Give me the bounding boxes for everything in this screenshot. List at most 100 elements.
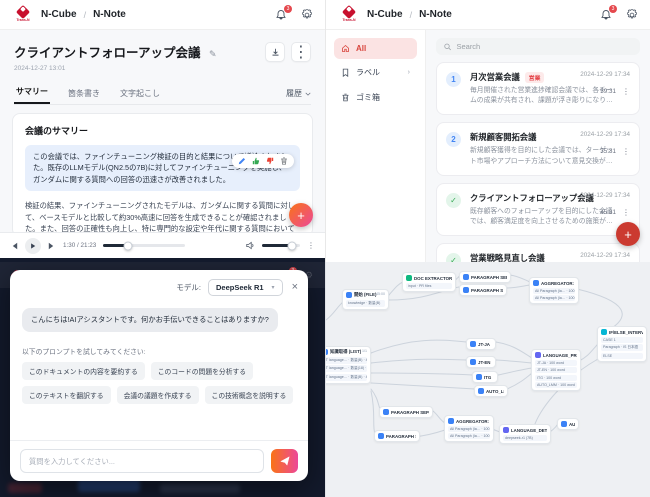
- new-note-fab-button[interactable]: +: [616, 222, 640, 246]
- node-icon: [448, 418, 454, 424]
- player-more-icon[interactable]: ⋮: [307, 241, 315, 250]
- delete-trash-icon[interactable]: [280, 157, 288, 165]
- workflow-node-paragraph-separate[interactable]: PARAGRAPH SEPARATE (B): [374, 430, 420, 442]
- history-dropdown[interactable]: 履歴: [286, 88, 311, 104]
- chevron-down-icon: [305, 92, 311, 96]
- workflow-node-if-else[interactable]: IF/ELSE_INTERVIEW CASE 1 Paragraph · IS …: [597, 326, 647, 362]
- item-more-icon[interactable]: ⋮: [622, 147, 630, 156]
- search-icon: [444, 43, 451, 50]
- meeting-desc: 既存顧客へのフォローアップを目的にした会議では、顧客満足度を向上させるための施策…: [470, 207, 613, 225]
- node-icon: [561, 421, 567, 427]
- meeting-title: 新規顧客開拓会議: [470, 132, 537, 143]
- summary-card: 会議のサマリー この会議では、ファインチューニング検証の目的と結果について議論さ…: [12, 113, 313, 237]
- logo-diamond-icon: [15, 4, 31, 20]
- notification-bell-icon[interactable]: 3: [275, 4, 292, 21]
- close-dialog-button[interactable]: ×: [292, 282, 298, 293]
- node-icon: [533, 280, 539, 286]
- workflow-node-language-priority[interactable]: LANGUAGE_PRIORITY JT-JA · 100 word JT-EN…: [531, 349, 581, 391]
- node-icon: [503, 427, 509, 433]
- tab-bullets[interactable]: 箇条書き: [66, 84, 102, 104]
- meeting-desc: 新規顧客獲得を目的にした会議では、ターゲット市場やアプローチ方法について意見交換…: [470, 147, 613, 165]
- item-more-icon[interactable]: ⋮: [622, 208, 630, 217]
- question-input[interactable]: [20, 449, 264, 473]
- volume-slider[interactable]: [262, 241, 300, 250]
- node-icon: [406, 275, 412, 281]
- meeting-duration: 45:31: [600, 208, 616, 216]
- notification-badge: 3: [284, 4, 292, 13]
- workflow-node-doc-extractor[interactable]: DOC EXTRACTOR input · PR files: [402, 272, 456, 292]
- assistant-greeting-bubble: こんにちは!AIアシスタントです。何かお手伝いできることはありますか?: [22, 308, 278, 332]
- product-name[interactable]: N-Note: [419, 9, 452, 20]
- sidebar-item-all[interactable]: All: [334, 38, 417, 59]
- workflow-node-language-determine[interactable]: LANGUAGE_DETERMINE 1 deepseek-r1 (7B): [499, 424, 551, 444]
- product-name[interactable]: N-Note: [93, 9, 126, 20]
- workflow-node-start[interactable]: 開始 (FILE) 45:00 knowledge · 数量(B): [342, 289, 389, 310]
- previous-track-icon[interactable]: [10, 242, 18, 250]
- summary-paragraph-highlighted[interactable]: この会議では、ファインチューニング検証の目的と結果について議論されました。既存の…: [25, 145, 300, 191]
- app-name[interactable]: N-Cube: [41, 9, 77, 20]
- list-sidebar: All ラベル › ゴミ箱: [326, 30, 426, 262]
- workflow-node-aggregator-2[interactable]: AGGREGATOR: PARAGRAPH (2) All Paragraph …: [444, 415, 494, 442]
- workflow-node-knowledge-list[interactable]: 知識取得 (LIST) 1/1 JT language… · 数量(B) · 4…: [326, 346, 371, 384]
- search-input[interactable]: [456, 42, 632, 51]
- meeting-card[interactable]: 1 月次営業会議 営業 毎月開催された営業進捗確認会議では、各チームの成果が共有さ…: [436, 62, 640, 116]
- prompt-chip[interactable]: このドキュメントの内容を要約する: [22, 362, 145, 380]
- node-icon: [601, 329, 607, 335]
- tab-transcript[interactable]: 文字起こし: [118, 84, 162, 104]
- logo-diamond-icon: [341, 4, 357, 20]
- workflow-node-aggregator[interactable]: AGGREGATOR: PARAGRAPH All Paragraph (la……: [529, 277, 579, 304]
- node-icon: [470, 359, 476, 365]
- prompt-chip[interactable]: このテキストを翻訳する: [22, 386, 111, 404]
- item-more-icon[interactable]: ⋮: [622, 87, 630, 96]
- play-button[interactable]: [25, 237, 41, 254]
- workflow-node-end[interactable]: AUTO: [557, 418, 579, 430]
- notification-bell-icon[interactable]: 3: [600, 4, 617, 21]
- workflow-node-auto-lmm[interactable]: AUTO_LMM: [474, 385, 508, 397]
- workflow-canvas[interactable]: 開始 (FILE) 45:00 knowledge · 数量(B) DOC EX…: [326, 262, 650, 497]
- meeting-title: クライアントフォローアップ会議: [470, 192, 594, 203]
- workflow-node-paragraph-separate[interactable]: PARAGRAPH SEPARATE FILE 1: [459, 271, 511, 283]
- send-button[interactable]: [271, 449, 298, 473]
- model-select[interactable]: DeepSeek R1 ▾: [208, 279, 283, 296]
- volume-icon[interactable]: [246, 241, 255, 250]
- next-track-icon[interactable]: [48, 242, 56, 250]
- assistant-fab-button[interactable]: +: [289, 203, 313, 227]
- meeting-card[interactable]: 2 新規顧客開拓会議 新規顧客獲得を目的にした会議では、ターゲット市場やアプロー…: [436, 122, 640, 176]
- meeting-card[interactable]: ✓ 営業戦略見直し会議 市場動向や競合分析をもとに、営業戦略の見直しを行いました…: [436, 243, 640, 262]
- item-number-badge: 1: [446, 72, 461, 87]
- node-icon: [478, 388, 484, 394]
- settings-gear-icon[interactable]: [626, 8, 638, 21]
- seek-slider[interactable]: [103, 241, 186, 250]
- meeting-date: 2024-12-29 17:34: [580, 131, 630, 139]
- dimmed-content-blob: [160, 484, 240, 493]
- workflow-node-paragraph-separate[interactable]: PARAGRAPH SEPARATE FILE 1: [379, 406, 433, 418]
- search-box[interactable]: [436, 38, 640, 55]
- note-list-screen: Trans-N N-Cube / N-Note 3 All ラベル › ゴミ箱 …: [325, 0, 650, 262]
- meeting-date: 2024-12-29 17:34: [580, 191, 630, 199]
- breadcrumb-separator: /: [83, 9, 87, 20]
- edit-icon[interactable]: [238, 157, 246, 165]
- prompt-chip[interactable]: この技術概念を説明する: [204, 386, 294, 404]
- workflow-node-itg[interactable]: ITG: [472, 371, 498, 383]
- prompt-chip[interactable]: このコードの問題を分析する: [150, 362, 254, 380]
- thumbs-down-icon[interactable]: [266, 157, 274, 165]
- paragraph-toolbar: [232, 154, 294, 168]
- workflow-node-lang-ja[interactable]: JT-JA: [466, 338, 496, 350]
- settings-gear-icon[interactable]: [301, 8, 313, 21]
- edit-title-pencil-icon[interactable]: ✎: [209, 49, 217, 59]
- prompt-chip[interactable]: 会議の議題を作成する: [116, 386, 199, 404]
- thumbs-up-icon[interactable]: [252, 157, 260, 165]
- meeting-duration: 59:31: [600, 88, 616, 95]
- item-number-badge: 2: [446, 132, 461, 148]
- app-name[interactable]: N-Cube: [367, 9, 403, 20]
- sales-tag: 営業: [524, 71, 545, 83]
- meeting-card[interactable]: ✓ クライアントフォローアップ会議 既存顧客へのフォローアップを目的にした会議で…: [436, 182, 640, 237]
- more-menu-button[interactable]: ⋮: [291, 42, 311, 62]
- summary-heading: 会議のサマリー: [25, 126, 89, 136]
- workflow-node-lang-en[interactable]: JT-EN: [466, 356, 496, 368]
- tab-summary[interactable]: サマリー: [14, 82, 50, 104]
- sidebar-item-trash[interactable]: ゴミ箱: [334, 86, 417, 109]
- download-button[interactable]: [265, 42, 285, 62]
- sidebar-item-labels[interactable]: ラベル ›: [334, 61, 417, 84]
- workflow-node-paragraph-separate[interactable]: PARAGRAPH SEPARATE (B): [459, 284, 507, 296]
